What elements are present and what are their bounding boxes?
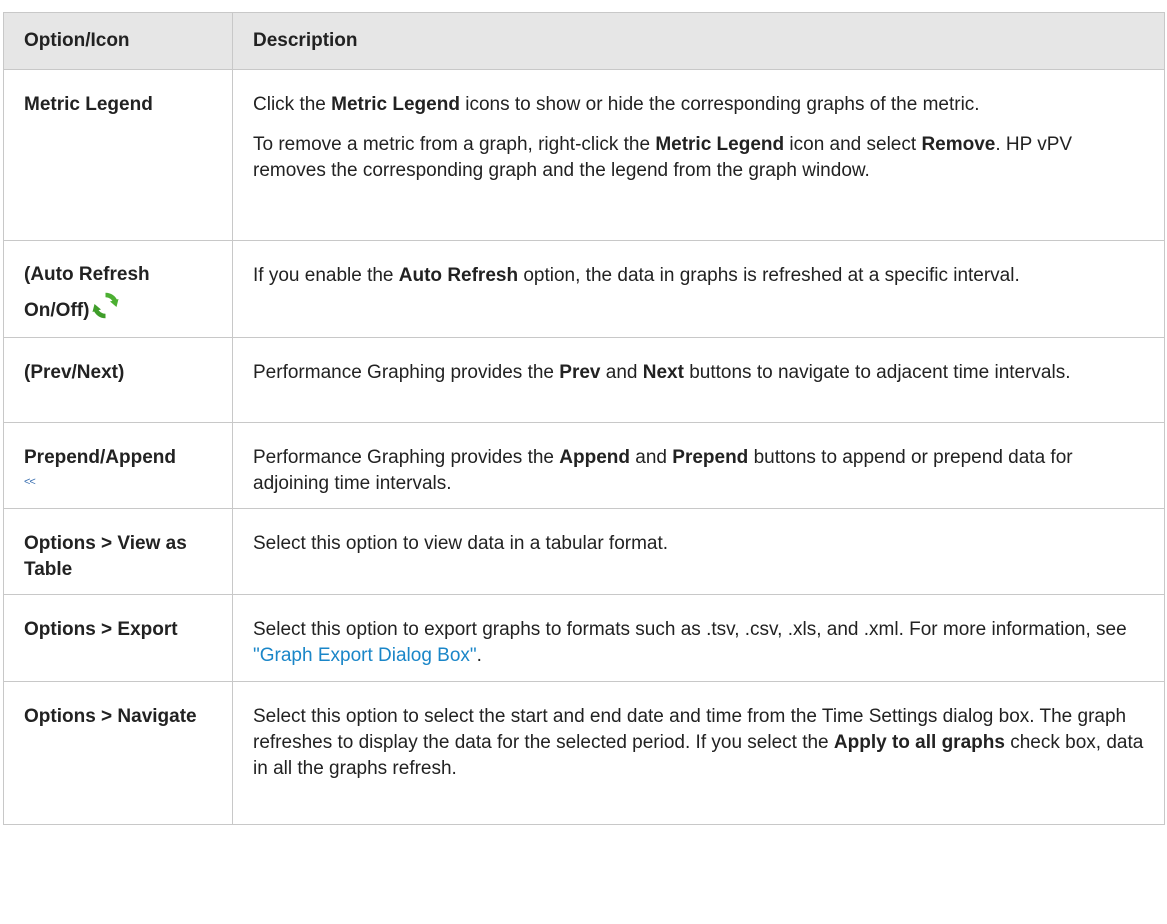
text: Click the [253,94,332,115]
description-cell: Performance Graphing provides the Append… [232,422,1165,509]
table-row: Prepend/Append << Performance Graphing p… [3,422,1165,509]
description-paragraph: If you enable the Auto Refresh option, t… [253,263,1144,289]
text: and [600,362,643,383]
description-cell: Select this option to select the start a… [232,681,1165,825]
text: icon and select [784,134,922,155]
option-cell: Metric Legend [3,69,233,241]
description-cell: Click the Metric Legend icons to show or… [232,69,1165,241]
text: and [630,447,673,468]
description-cell: Select this option to export graphs to f… [232,594,1165,682]
bold-text: Metric Legend [655,134,785,155]
text: Performance Graphing provides the [253,447,560,468]
table-row: (Prev/Next) Performance Graphing provide… [3,337,1165,423]
option-cell: (Auto Refresh On/Off) [3,240,233,338]
option-cell: Options > Navigate [3,681,233,825]
bold-text: Next [642,362,684,383]
bold-text: Prev [559,362,601,383]
refresh-icon[interactable] [91,291,120,320]
bold-text: Append [559,447,630,468]
option-label: Prepend/Append [24,447,177,468]
description-cell: Performance Graphing provides the Prev a… [232,337,1165,423]
table-header-row: Option/Icon Description [3,12,1165,70]
table-row: (Auto Refresh On/Off) If you enable the … [3,240,1165,338]
description-cell: Select this option to view data in a tab… [232,508,1165,595]
text: To remove a metric from a graph, right-c… [253,134,656,155]
bold-text: Remove [921,134,996,155]
table-row: Options > Navigate Select this option to… [3,681,1165,825]
options-table-container: Option/Icon Description Metric Legend Cl… [3,12,1165,825]
bold-text: Auto Refresh [398,265,519,286]
text: icons to show or hide the corresponding … [459,94,980,115]
table-row: Options > Export Select this option to e… [3,594,1165,682]
description-paragraph: To remove a metric from a graph, right-c… [253,132,1144,184]
description-cell: If you enable the Auto Refresh option, t… [232,240,1165,338]
graph-export-link[interactable]: "Graph Export Dialog Box" [253,645,477,666]
description-paragraph: Select this option to select the start a… [253,704,1144,782]
text: Performance Graphing provides the [253,362,560,383]
header-option-icon: Option/Icon [3,12,233,70]
description-paragraph: Click the Metric Legend icons to show or… [253,92,1144,118]
option-cell: Prepend/Append << [3,422,233,509]
table-row: Options > View as Table Select this opti… [3,508,1165,595]
option-cell: Options > View as Table [3,508,233,595]
text: If you enable the [253,265,399,286]
text: Select this option to view data in a tab… [253,533,669,554]
description-paragraph: Performance Graphing provides the Append… [253,445,1144,497]
options-table: Option/Icon Description Metric Legend Cl… [3,12,1165,825]
description-paragraph: Select this option to export graphs to f… [253,617,1144,669]
option-label: (Auto Refresh On/Off) [24,264,150,321]
text: option, the data in graphs is refreshed … [518,265,1020,286]
option-cell: Options > Export [3,594,233,682]
double-chevron-left-icon[interactable]: << [24,475,212,489]
text: Select this option to export graphs to f… [253,619,1127,640]
text: buttons to navigate to adjacent time int… [683,362,1071,383]
description-paragraph: Select this option to view data in a tab… [253,531,1144,557]
bold-text: Prepend [672,447,749,468]
text: . [476,645,482,666]
option-cell: (Prev/Next) [3,337,233,423]
description-paragraph: Performance Graphing provides the Prev a… [253,360,1144,386]
table-row: Metric Legend Click the Metric Legend ic… [3,69,1165,241]
bold-text: Apply to all graphs [833,732,1005,753]
bold-text: Metric Legend [331,94,460,115]
header-description: Description [232,12,1165,70]
